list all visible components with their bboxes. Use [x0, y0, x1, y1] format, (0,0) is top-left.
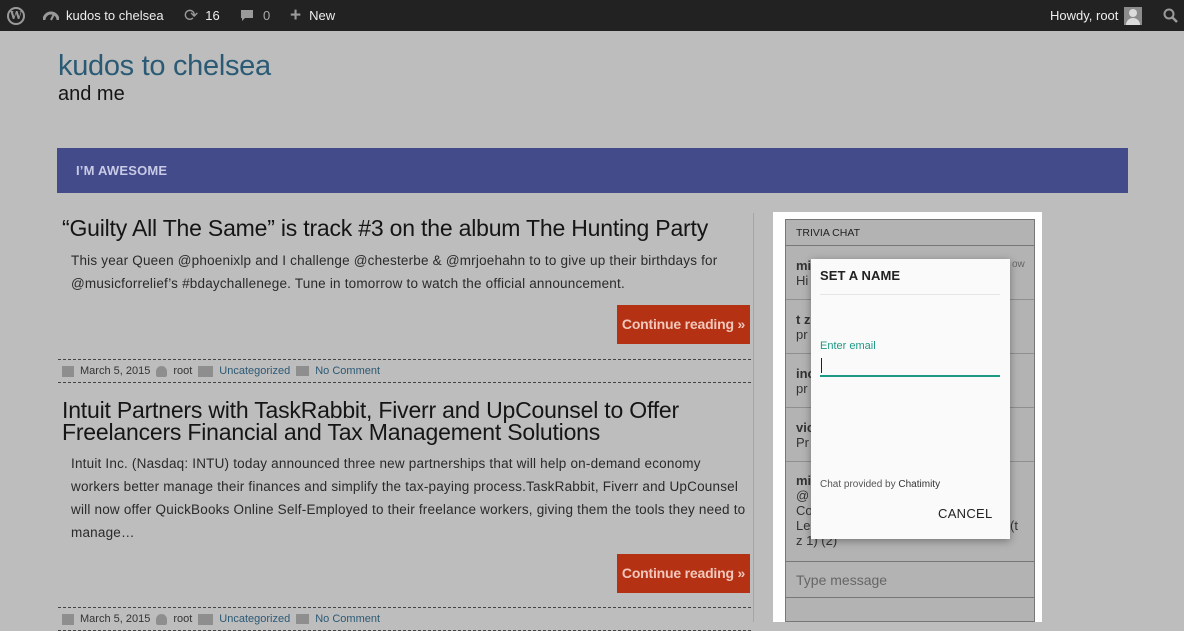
- updates-count: 16: [205, 8, 220, 23]
- email-label: Enter email: [820, 340, 876, 352]
- comment-icon: [296, 614, 310, 624]
- post-excerpt: Intuit Inc. (Nasdaq: INTU) today announc…: [71, 456, 746, 540]
- comment-icon: [296, 366, 310, 376]
- post-category-link[interactable]: Uncategorized: [219, 360, 290, 382]
- chat-message-time: ow: [1012, 259, 1025, 270]
- avatar: [1124, 6, 1143, 25]
- search-button[interactable]: [1163, 0, 1178, 31]
- calendar-icon: [62, 365, 74, 377]
- greeting-label: Howdy, root: [1050, 8, 1119, 23]
- new-content-link[interactable]: + New: [290, 0, 335, 31]
- admin-bar: W kudos to chelsea ⟳ 16 0 + New Howdy, r…: [0, 0, 1184, 31]
- search-icon: [1163, 8, 1178, 23]
- post-excerpt: This year Queen @phoenixlp and I challen…: [71, 253, 718, 291]
- my-account-link[interactable]: Howdy, root: [1050, 0, 1143, 31]
- post-category-link[interactable]: Uncategorized: [219, 608, 290, 630]
- post-date: March 5, 2015: [80, 613, 151, 625]
- chat-message-input[interactable]: Type message: [786, 561, 1034, 598]
- continue-reading-button[interactable]: Continue reading »: [617, 554, 750, 593]
- calendar-icon: [62, 613, 74, 625]
- chat-message-text: (t: [1010, 518, 1018, 533]
- post-comments-link[interactable]: No Comment: [315, 360, 380, 382]
- post-author[interactable]: root: [173, 360, 192, 382]
- text-caret: [821, 358, 822, 373]
- site-name-label: kudos to chelsea: [66, 8, 164, 23]
- comment-icon: [240, 9, 254, 22]
- site-title[interactable]: kudos to chelsea: [58, 50, 271, 83]
- post-title[interactable]: Intuit Partners with TaskRabbit, Fiverr …: [62, 399, 702, 444]
- cancel-button[interactable]: CANCEL: [938, 506, 993, 521]
- chat-header: TRIVIA CHAT: [786, 220, 1034, 246]
- wordpress-icon: W: [7, 6, 25, 25]
- post-meta: March 5, 2015 root Uncategorized No Comm…: [58, 607, 751, 631]
- continue-reading-button[interactable]: Continue reading »: [617, 305, 750, 344]
- updates-link[interactable]: ⟳ 16: [184, 0, 220, 31]
- dashboard-icon: [43, 9, 59, 23]
- plus-icon: +: [290, 5, 302, 26]
- post-comments-link[interactable]: No Comment: [315, 608, 380, 630]
- new-label: New: [309, 8, 336, 23]
- post-author[interactable]: root: [173, 608, 192, 630]
- email-field[interactable]: [820, 355, 1000, 377]
- post-date: March 5, 2015: [80, 365, 151, 377]
- site-name-link[interactable]: kudos to chelsea: [43, 0, 164, 31]
- post-title[interactable]: “Guilty All The Same” is track #3 on the…: [62, 217, 708, 240]
- dialog-divider: [820, 294, 1000, 295]
- dialog-title: SET A NAME: [820, 268, 901, 283]
- post-meta: March 5, 2015 root Uncategorized No Comm…: [58, 359, 751, 383]
- chat-credit: Chat provided by Chatimity: [820, 479, 940, 490]
- folder-icon: [198, 365, 214, 377]
- refresh-icon: ⟳: [184, 6, 199, 25]
- main-nav: I’M AWESOME: [57, 148, 1128, 193]
- folder-icon: [198, 613, 214, 625]
- comments-count: 0: [263, 8, 271, 23]
- content-divider: [753, 213, 754, 622]
- user-icon: [156, 613, 168, 625]
- credit-brand-link[interactable]: Chatimity: [898, 479, 940, 490]
- credit-prefix: Chat provided by: [820, 479, 896, 490]
- site-tagline: and me: [58, 83, 125, 105]
- user-icon: [156, 365, 168, 377]
- comments-link[interactable]: 0: [240, 0, 270, 31]
- wordpress-logo-button[interactable]: W: [7, 0, 25, 31]
- set-name-dialog: SET A NAME Enter email Chat provided by …: [811, 259, 1010, 539]
- nav-item-awesome[interactable]: I’M AWESOME: [76, 163, 167, 178]
